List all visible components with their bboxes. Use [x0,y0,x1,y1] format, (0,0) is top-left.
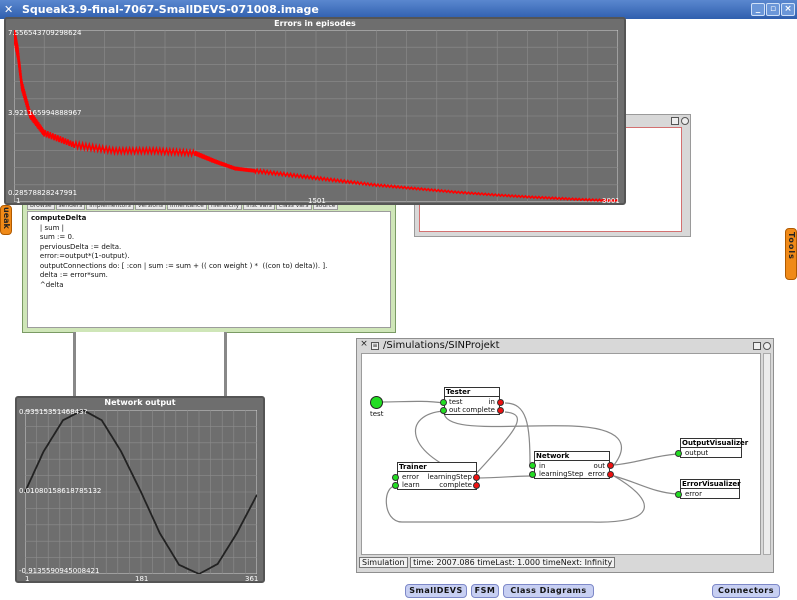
tester-block[interactable]: Tester test out in complete [444,387,500,415]
trainer-error-port-dot[interactable] [392,474,399,481]
output-visualizer-block[interactable]: OutputVisualizer output [680,438,749,458]
tester-test-port-dot[interactable] [440,399,447,406]
collapse-button[interactable] [671,117,679,125]
tools-flap-label: Tools [787,232,796,260]
menu-icon[interactable]: ≡ [371,342,379,350]
errors-x-max: 3001 [602,197,620,205]
wire-tester-complete-to-trainer [473,411,518,477]
network-x-mid: 181 [135,575,149,583]
error-visualizer-block[interactable]: ErrorVisualizer error [680,479,741,499]
errors-plot-title: Errors in episodes [274,19,356,28]
tester-name: Tester [445,388,499,397]
network-plot-title: Network output [104,398,176,407]
network-port-error: error [588,470,605,478]
fsm-flap[interactable]: FSM [471,584,499,598]
smalldevs-flap[interactable]: SmallDEVS [405,584,467,598]
network-output-plot-window[interactable]: Network output 0.9351535146843? 0.010801… [15,396,265,583]
tester-in-port-dot[interactable] [497,399,504,406]
simulation-status-bar: Simulation time: 2007.086 timeLast: 1.00… [359,557,769,570]
trainer-learningstep-port-dot[interactable] [473,474,480,481]
tester-port-out: out [449,406,461,414]
trainer-learn-port-dot[interactable] [392,482,399,489]
network-port-in: in [539,462,546,470]
output-visualizer-port-dot[interactable] [675,450,682,457]
code-line: sum := 0. [31,233,75,241]
simulation-window[interactable]: × ≡ /Simulations/SINProjekt test Tester … [356,338,774,573]
network-y-mid: 0.01080158618785132 [19,487,102,495]
tester-complete-port-dot[interactable] [497,407,504,414]
trainer-block[interactable]: Trainer error learn learningStep complet… [397,462,477,490]
code-line: outputConnections do: [ :con | sum := su… [31,261,328,270]
class-diagrams-flap[interactable]: Class Diagrams [503,584,594,598]
errors-y-mid: 3.921165994888967 [8,109,82,117]
errors-plot-area [14,30,618,202]
code-line: error:=output*(1-output). [31,252,130,260]
errors-y-max: 7.556543709298624 [8,29,82,37]
network-port-learningstep: learningStep [539,470,584,478]
error-visualizer-port-error: error [685,490,702,498]
network-block[interactable]: Network in learningStep out error [534,451,610,479]
tester-port-complete: complete [462,406,495,414]
collapse-button[interactable] [753,342,761,350]
code-line: perviousDelta := delta. [31,242,122,251]
wire-network-error-to-errorvis [613,475,678,495]
minimize-button[interactable]: _ [751,3,765,16]
x-logo-icon[interactable]: ✕ [4,3,13,16]
trainer-name: Trainer [398,463,476,472]
simulation-title: /Simulations/SINProjekt [383,340,500,351]
network-y-min: -0.9135590945008421 [19,567,100,575]
code-line: | sum | [31,223,64,232]
network-y-max: 0.9351535146843? [19,408,88,416]
network-out-port-dot[interactable] [607,462,614,469]
tools-flap[interactable]: Tools [785,228,797,280]
wire-network-out-to-outputvis [613,453,678,466]
trainer-port-error: error [402,473,419,481]
network-error-port-dot[interactable] [607,471,614,478]
background-pane [73,332,227,402]
connectors-flap[interactable]: Connectors [712,584,780,598]
maximize-button[interactable]: ▫ [766,3,780,16]
network-name: Network [535,452,609,461]
code-line: ^delta [31,280,64,289]
menu-button[interactable] [681,117,689,125]
trainer-port-learn: learn [402,481,420,489]
wire-trainer-to-network [473,475,531,479]
simulation-status-text: time: 2007.086 timeLast: 1.000 timeNext:… [410,557,616,568]
expand-button[interactable] [763,342,771,350]
close-icon[interactable]: × [360,340,368,349]
simulation-canvas[interactable]: test Tester test out in complete Trainer… [361,353,761,555]
code-editor[interactable]: computeDelta | sum | sum := 0. perviousD… [27,211,391,328]
errors-plot-window[interactable]: Errors in episodes 7.556543709298624 3.9… [4,17,626,205]
network-learningstep-port-dot[interactable] [529,471,536,478]
tester-out-port-dot[interactable] [440,407,447,414]
test-source-circle[interactable] [370,396,383,409]
test-source-label: test [370,410,384,418]
errors-x-min: 1 [16,197,21,205]
method-name: computeDelta [31,214,87,222]
tester-port-test: test [449,398,463,406]
error-visualizer-port-dot[interactable] [675,491,682,498]
code-line: delta := error*sum. [31,271,108,279]
network-port-out: out [593,462,605,470]
squeak-flap[interactable]: ueak [0,205,12,235]
trainer-complete-port-dot[interactable] [473,482,480,489]
errors-x-mid: 1501 [308,197,326,205]
error-visualizer-name: ErrorVisualizer [681,480,741,489]
errors-y-min: 0.28578828247991 [8,189,78,197]
close-button[interactable]: × [781,3,795,16]
output-visualizer-port-output: output [685,449,709,457]
code-browser-window[interactable]: browse senders implementors versions inherit… [22,196,396,333]
network-x-min: 1 [25,575,30,583]
trainer-port-complete: complete [439,481,472,489]
simulation-status-label[interactable]: Simulation [359,557,408,568]
tester-port-in: in [488,398,495,406]
output-visualizer-name: OutputVisualizer [681,439,749,448]
network-x-max: 361 [245,575,259,583]
network-in-port-dot[interactable] [529,462,536,469]
simulation-scrollbar[interactable] [763,353,771,555]
squeak-flap-label: ueak [2,207,11,229]
trainer-port-learningstep: learningStep [427,473,473,481]
os-window-title: Squeak3.9-final-7067-SmallDEVS-071008.im… [22,3,319,16]
wire-test-to-tester [380,400,445,404]
